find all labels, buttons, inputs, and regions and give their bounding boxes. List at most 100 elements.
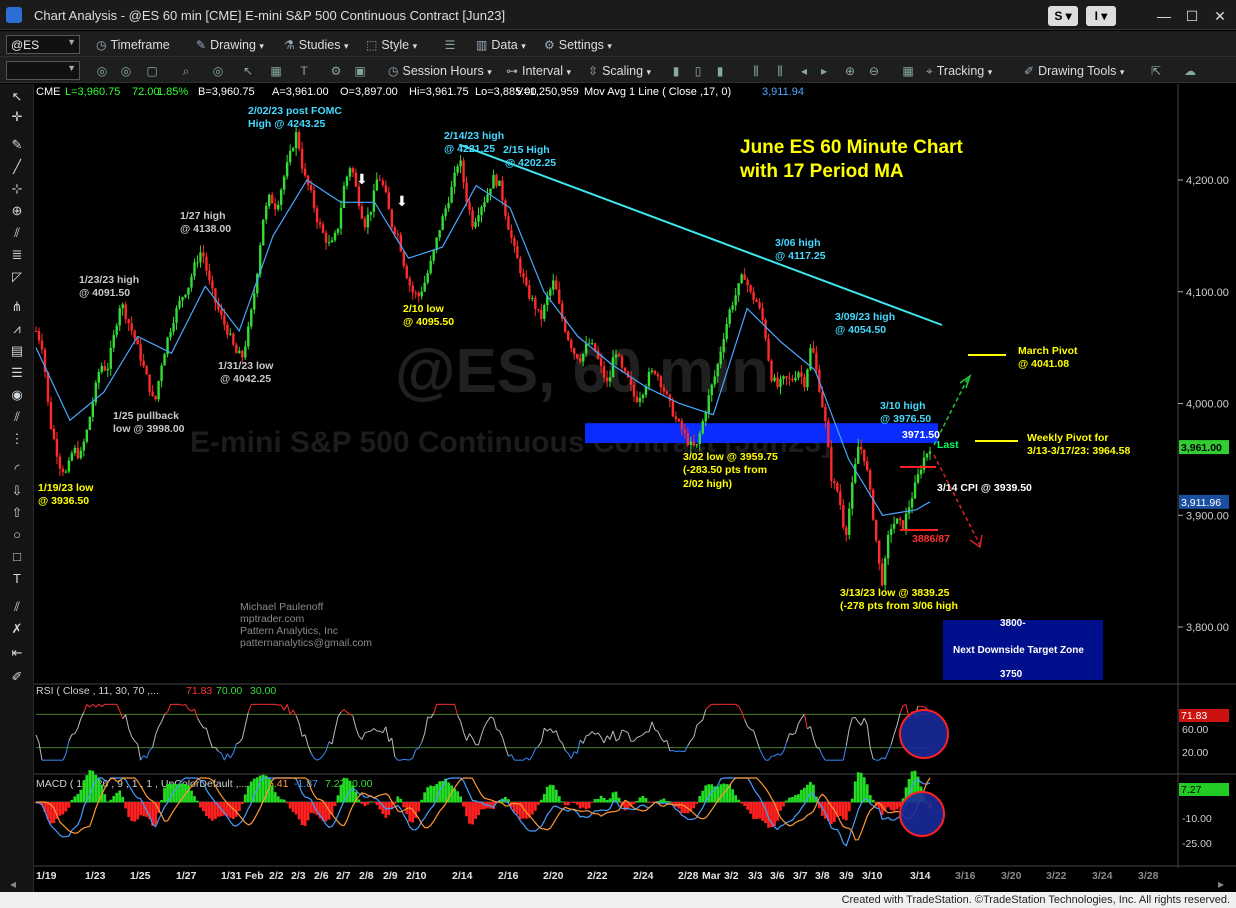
symbol-info-value: 1.85% [157,86,188,98]
chevron-down-icon: ▾ [487,67,492,77]
symbol-link-s-button[interactable]: S ▾ [1048,6,1078,26]
candle-body [710,384,713,396]
candle-body [327,242,331,244]
macd-histogram-bar [369,801,373,803]
candle-body [300,148,304,169]
chevron-down-icon: ▾ [521,41,526,51]
candle-body [528,285,531,299]
macd-histogram-bar [632,802,636,805]
studies-button[interactable]: ⚗ Studies ▾ [284,36,348,54]
macd-histogram-bar [662,798,666,803]
symbol-info-value: O=3,897.00 [340,86,398,98]
macd-histogram-bar [853,781,857,803]
zoom-in-icon[interactable]: ⊕ [842,63,858,79]
macd-histogram-bar [61,802,65,815]
minimize-icon[interactable]: — [1152,6,1176,26]
status-bar: Created with TradeStation. ©TradeStation… [0,892,1236,908]
macd-histogram-bar [740,802,744,804]
settings-button[interactable]: ⚙ Settings ▾ [544,36,612,54]
macd-histogram-bar [841,802,845,820]
candle-body [459,160,462,167]
zoom-in-bars-icon[interactable]: ⫼ [772,63,788,79]
candle-body [779,379,782,387]
close-icon[interactable]: ✕ [1208,6,1232,26]
candle-body [318,222,322,225]
candle-body [898,518,902,521]
interval-input[interactable]: ▼ [6,61,80,80]
window-title: Chart Analysis - @ES 60 min [CME] E-mini… [34,8,506,23]
candle-body [294,132,298,149]
maximize-icon[interactable]: ☐ [1180,6,1204,26]
candle-body [360,206,364,219]
tracking-button[interactable]: ⌖ Tracking ▾ [926,62,992,80]
drawing-tools-button[interactable]: ✐ Drawing Tools ▾ [1024,62,1124,80]
window-icon[interactable]: ▣ [352,63,368,79]
candle-body [611,357,615,378]
macd-histogram-bar [635,800,639,803]
data-button[interactable]: ▥ Data ▾ [476,36,526,54]
macd-histogram-bar [291,802,295,813]
grid-icon[interactable]: ▦ [268,63,284,79]
candle-icon[interactable]: ▮ [712,63,728,79]
chart-annotation: 2/15 High [503,144,550,156]
scroll-right-icon[interactable]: ▸ [816,63,832,79]
circle-icon[interactable]: ◎ [210,63,226,79]
scroll-left-icon[interactable]: ◂ [796,63,812,79]
macd-histogram-bar [429,785,433,803]
macd-histogram-bar [178,783,181,803]
chevron-down-icon: ▾ [343,41,349,51]
candle-body [414,292,417,294]
x-tick-label: 3/8 [815,870,830,882]
candle-body [348,168,352,177]
macd-histogram-bar [190,790,193,803]
search-icon[interactable]: ⌕ [178,63,194,79]
x-tick-label: 3/3 [748,870,763,882]
symbol-input[interactable]: @ES ▼ [6,35,80,54]
window-icon[interactable]: ▢ [144,63,160,79]
macd-histogram-bar [103,794,107,803]
candle-body [303,168,307,176]
macd-histogram-bar [76,793,80,803]
macd-histogram-bar [300,802,304,826]
candle-body [785,376,788,379]
candle-body [516,246,519,259]
bar-chart-icon[interactable]: ▮ [668,63,684,79]
style-button[interactable]: ⬚ Style ▾ [366,36,417,54]
candle-body [163,354,166,366]
candle-body [788,378,791,380]
chart-annotation: @ 3976.50 [880,413,931,425]
cursor-icon[interactable]: ↖ [240,63,256,79]
macd-histogram-bar [130,802,134,822]
macd-histogram-bar [124,802,128,809]
zoom-out-icon[interactable]: ⊖ [866,63,882,79]
grid-icon[interactable]: ▦ [900,63,916,79]
candle-body [61,468,65,472]
macd-histogram-bar [566,802,570,806]
candle-body [842,505,845,528]
macd-histogram-bar [73,796,77,803]
interval-button[interactable]: ⊶ Interval ▾ [506,62,571,80]
gear-icon[interactable]: ⚙ [328,63,344,79]
candle-body [238,350,241,354]
candle-body [770,360,773,381]
circle-icon[interactable]: ◎ [118,63,134,79]
layout-icon[interactable]: ☰ [442,37,458,53]
candle-body [513,237,516,247]
zoom-out-bars-icon[interactable]: ⫼ [748,63,764,79]
candle-body [220,309,223,316]
export-icon[interactable]: ⇱ [1148,63,1164,79]
scaling-button[interactable]: ⇳ Scaling ▾ [588,62,651,80]
text-icon[interactable]: T [296,63,312,79]
session-hours-button[interactable]: ◷ Session Hours ▾ [388,62,492,80]
price-chart[interactable]: @ES, 60 minE-mini S&P 500 Continuous Con… [0,84,1236,892]
candle-icon[interactable]: ▯ [690,63,706,79]
interval-link-i-button[interactable]: I ▾ [1086,6,1116,26]
circle-icon[interactable]: ◎ [94,63,110,79]
timeframe-button[interactable]: ◷ Timeframe [96,36,170,54]
candle-body [88,416,92,430]
candle-body [531,297,534,299]
chat-icon[interactable]: ☁ [1182,63,1198,79]
candle-body [629,377,633,385]
macd-histogram-bar [895,802,899,810]
drawing-button[interactable]: ✎ Drawing ▾ [196,36,264,54]
